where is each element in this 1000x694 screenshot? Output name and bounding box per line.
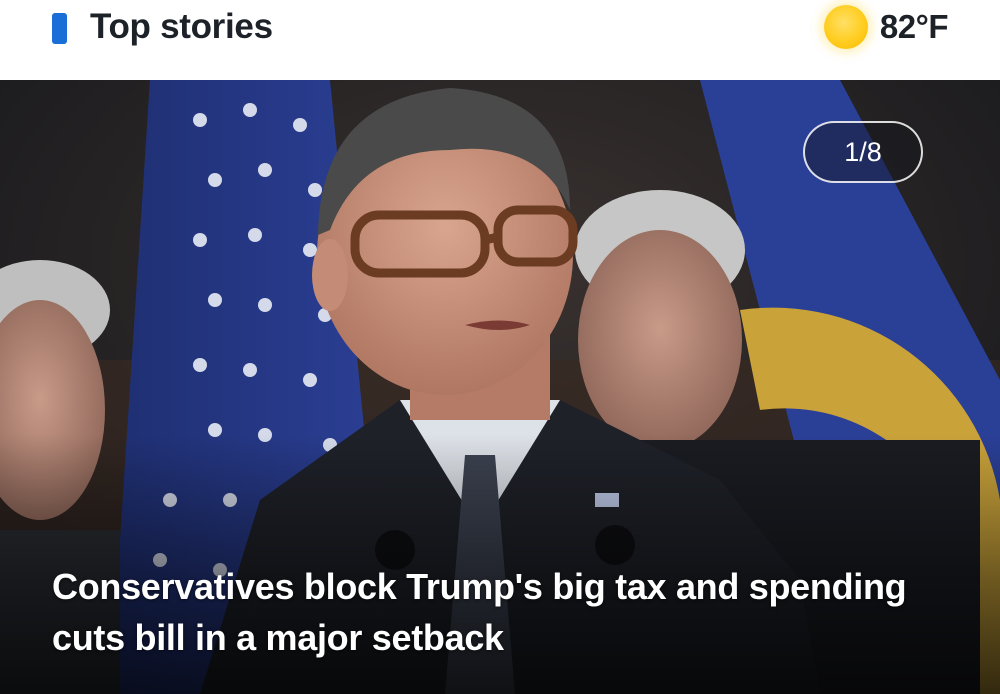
temperature-value: 82 bbox=[879, 8, 916, 45]
section-header: Top stories 82°F bbox=[0, 0, 1000, 78]
sun-icon bbox=[823, 5, 868, 49]
temperature-reading: 82°F bbox=[879, 8, 949, 46]
section-title: Top stories bbox=[90, 7, 273, 46]
temperature-unit: °F bbox=[915, 8, 949, 45]
hero-story-card[interactable]: 1/8 Conservatives block Trump's big tax … bbox=[0, 80, 1000, 694]
slide-counter: 1/8 bbox=[803, 121, 923, 183]
section-accent-bar bbox=[52, 13, 67, 44]
weather-widget[interactable]: 82°F bbox=[823, 4, 949, 50]
story-headline[interactable]: Conservatives block Trump's big tax and … bbox=[52, 561, 932, 663]
